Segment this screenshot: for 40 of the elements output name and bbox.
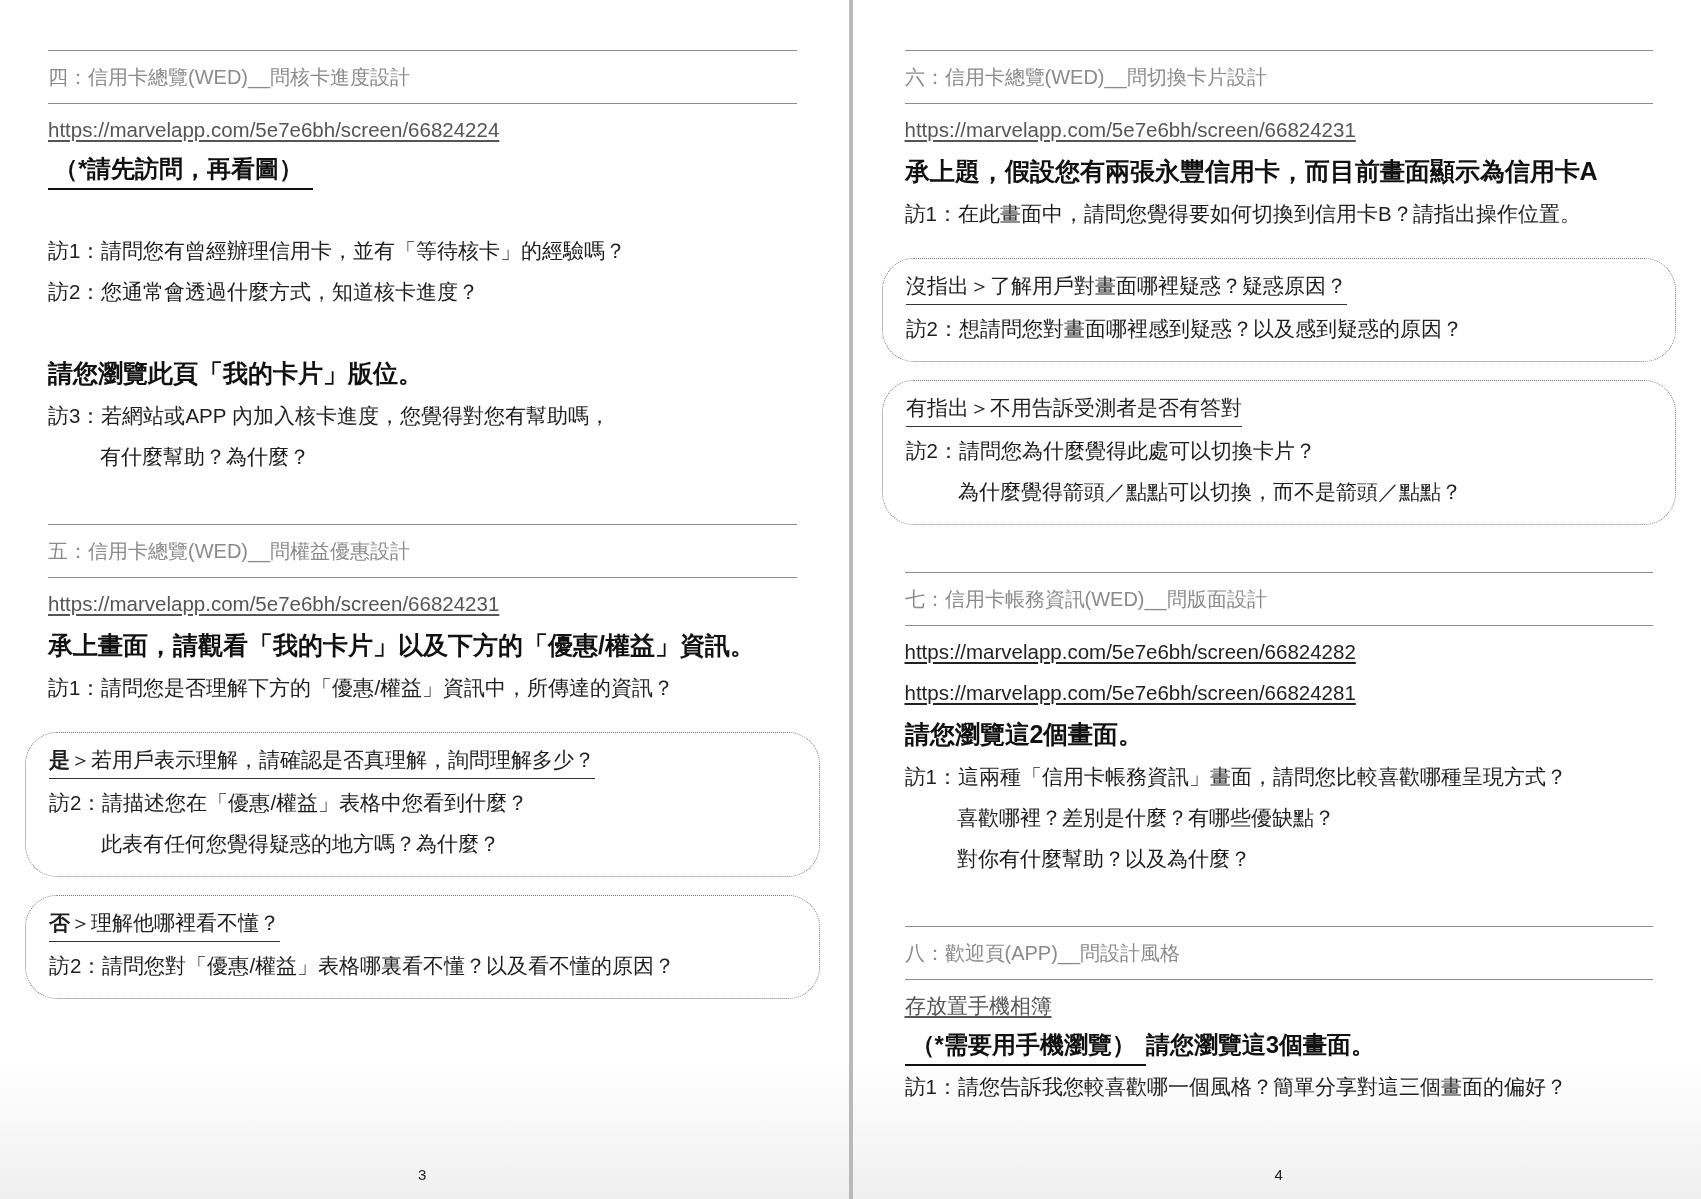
section-heading: 八：歡迎頁(APP)__問設計風格 (904, 926, 1653, 980)
question-text: 此表有任何您覺得疑惑的地方嗎？為什麼？ (100, 831, 500, 857)
url-link[interactable]: https://marvelapp.com/5e7e6bh/screen/66824231 (48, 583, 500, 624)
branch-label: 沒指出＞了解用戶對畫面哪裡疑惑？疑惑原因？ (905, 268, 1347, 305)
section-heading: 七：信用卡帳務資訊(WED)__問版面設計 (904, 572, 1653, 626)
question-text: 訪2：想請問您對畫面哪裡感到疑惑？以及感到疑惑的原因？ (905, 316, 1463, 342)
question-text: 訪1：請您告訴我您較喜歡哪一個風格？簡單分享對這三個畫面的偏好？ (904, 1074, 1567, 1100)
lead-text: 請您瀏覽這2個畫面。 (904, 719, 1144, 750)
question-text: 為什麼覺得箭頭／點點可以切換，而不是箭頭／點點？ (956, 479, 1462, 505)
question-text: 訪2：您通常會透過什麼方式，知道核卡進度？ (48, 279, 480, 305)
url-link[interactable]: https://marvelapp.com/5e7e6bh/screen/66824281 (904, 672, 1356, 713)
question-text: 訪2：請描述您在「優惠/權益」表格中您看到什麼？ (49, 790, 529, 816)
question-text: 訪1：請問您是否理解下方的「優惠/權益」資訊中，所傳達的資訊？ (48, 675, 675, 701)
instruction-note: （*請先訪問，再看圖） (48, 150, 314, 190)
branch-label: 是＞若用戶表示理解，請確認是否真理解，詢問理解多少？ (49, 742, 595, 779)
url-link[interactable]: 存放置手機相簿 (904, 985, 1052, 1026)
section-heading: 四：信用卡總覽(WED)__問核卡進度設計 (48, 50, 797, 104)
url-link[interactable]: https://marvelapp.com/5e7e6bh/screen/66824224 (48, 109, 500, 150)
page-number: 4 (1274, 1165, 1283, 1185)
question-text: 訪2：請問您對「優惠/權益」表格哪裏看不懂？以及看不懂的原因？ (49, 953, 676, 979)
question-text: 對你有什麼幫助？以及為什麼？ (955, 846, 1251, 872)
lead-text: 請您瀏覽此頁「我的卡片」版位。 (48, 358, 423, 389)
instruction-note: （*需要用手機瀏覽） (904, 1026, 1146, 1066)
url-link[interactable]: https://marvelapp.com/5e7e6bh/screen/66824231 (904, 109, 1356, 150)
instruction-text: 請您瀏覽這3個畫面。 (1145, 1030, 1376, 1060)
question-text: 訪1：這兩種「信用卡帳務資訊」畫面，請問您比較喜歡哪種呈現方式？ (904, 764, 1567, 790)
question-text: 訪3：若網站或APP 內加入核卡進度，您覺得對您有幫助嗎， (48, 403, 610, 429)
branch-label: 有指出＞不用告訴受測者是否有答對 (905, 390, 1242, 427)
section-heading: 六：信用卡總覽(WED)__問切換卡片設計 (904, 50, 1653, 104)
question-text: 喜歡哪裡？差別是什麼？有哪些優缺點？ (955, 805, 1335, 831)
question-text: 訪1：請問您有曾經辦理信用卡，並有「等待核卡」的經驗嗎？ (48, 238, 627, 264)
question-text: 訪1：在此畫面中，請問您覺得要如何切換到信用卡B？請指出操作位置。 (904, 201, 1581, 227)
question-text: 有什麼幫助？為什麼？ (99, 444, 310, 470)
lead-text: 承上畫面，請觀看「我的卡片」以及下方的「優惠/權益」資訊。 (48, 630, 755, 661)
page-number: 3 (418, 1165, 427, 1185)
question-text: 訪2：請問您為什麼覺得此處可以切換卡片？ (905, 438, 1316, 464)
section-heading: 五：信用卡總覽(WED)__問權益優惠設計 (48, 524, 797, 578)
url-link[interactable]: https://marvelapp.com/5e7e6bh/screen/66824282 (904, 631, 1356, 672)
lead-text: 承上題，假設您有兩張永豐信用卡，而目前畫面顯示為信用卡A (904, 156, 1598, 187)
branch-label: 否＞理解他哪裡看不懂？ (49, 905, 280, 942)
